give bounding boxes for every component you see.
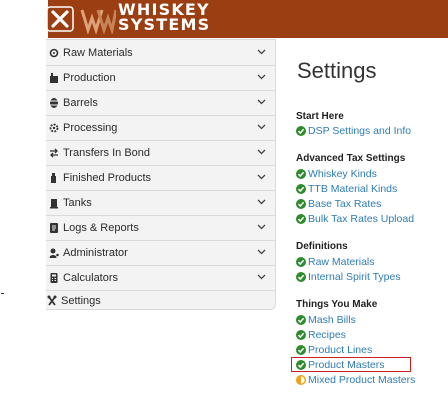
sidebar-item-production[interactable]: Production (46, 66, 275, 91)
chevron-down-icon[interactable] (257, 124, 266, 130)
calculator-icon (49, 272, 59, 284)
sidebar-item-label: Barrels (63, 97, 98, 109)
chevron-down-icon[interactable] (257, 74, 266, 80)
sidebar-item-label: Administrator (63, 247, 128, 259)
check-circle-icon (296, 214, 306, 224)
link-label[interactable]: TTB Material Kinds (308, 183, 397, 195)
chevron-down-icon[interactable] (257, 49, 266, 55)
sidebar-item-label: Production (63, 72, 116, 84)
barrel-logo-icon (80, 4, 118, 36)
link-label[interactable]: Whiskey Kinds (308, 168, 377, 180)
brand-name: WHISKEY SYSTEMS (118, 2, 211, 34)
chevron-down-icon[interactable] (257, 174, 266, 180)
close-icon (46, 6, 74, 32)
sidebar-item-raw-materials[interactable]: Raw Materials (46, 41, 275, 66)
divider (1, 293, 4, 294)
sidebar-item-label: Transfers In Bond (63, 147, 151, 159)
check-circle-icon (296, 330, 306, 340)
administrator-icon (49, 247, 59, 259)
link-label[interactable]: Mash Bills (308, 314, 356, 326)
sidebar-item-finished-products[interactable]: Finished Products (46, 166, 275, 191)
sidebar-item-label: Settings (61, 295, 101, 307)
chevron-down-icon[interactable] (257, 149, 266, 155)
highlight-box (291, 357, 411, 372)
chevron-down-icon[interactable] (257, 224, 266, 230)
settings-icon (47, 295, 57, 307)
sidebar-item-calculators[interactable]: Calculators (46, 266, 275, 291)
link-label[interactable]: DSP Settings and Info (308, 125, 411, 137)
check-circle-icon (296, 184, 306, 194)
sidebar-item-transfers-in-bond[interactable]: Transfers In Bond (46, 141, 275, 166)
processing-icon (49, 122, 59, 134)
close-button[interactable] (46, 6, 74, 32)
check-circle-icon (296, 345, 306, 355)
sidebar-item-label: Calculators (63, 272, 119, 284)
link-label[interactable]: Raw Materials (308, 256, 375, 268)
finished-products-icon (49, 172, 59, 184)
half-circle-icon (296, 375, 306, 385)
page-title: Settings (297, 58, 377, 83)
link-label[interactable]: Mixed Product Masters (308, 374, 415, 386)
chevron-down-icon[interactable] (257, 274, 266, 280)
transfer-icon (49, 147, 59, 159)
sidebar-item-administrator[interactable]: Administrator (46, 241, 275, 266)
section-heading-advanced-tax: Advanced Tax Settings (296, 153, 406, 164)
sidebar-item-logs-reports[interactable]: Logs & Reports (46, 216, 275, 241)
section-heading-start-here: Start Here (296, 111, 344, 122)
check-circle-icon (296, 169, 306, 179)
link-label[interactable]: Product Lines (308, 344, 372, 356)
link-label[interactable]: Internal Spirit Types (308, 271, 401, 283)
raw-materials-icon (49, 47, 59, 59)
check-circle-icon (296, 199, 306, 209)
check-circle-icon (296, 126, 306, 136)
sidebar-nav: Raw Materials Production Barrels Process… (46, 39, 276, 310)
sidebar-item-label: Processing (63, 122, 118, 134)
sidebar-item-processing[interactable]: Processing (46, 116, 275, 141)
sidebar-item-label: Logs & Reports (63, 222, 139, 234)
chevron-down-icon[interactable] (257, 199, 266, 205)
sidebar-item-tanks[interactable]: Tanks (46, 191, 275, 216)
sidebar-item-label: Tanks (63, 197, 92, 209)
section-heading-things-you-make: Things You Make (296, 299, 378, 310)
sidebar-item-label: Finished Products (63, 172, 152, 184)
check-circle-icon (296, 315, 306, 325)
chevron-down-icon[interactable] (257, 249, 266, 255)
link-label[interactable]: Recipes (308, 329, 346, 341)
check-circle-icon (296, 272, 306, 282)
sidebar-item-label: Raw Materials (63, 47, 133, 59)
tank-icon (49, 197, 59, 209)
link-label[interactable]: Bulk Tax Rates Upload (308, 213, 414, 225)
barrel-icon (49, 97, 59, 109)
production-icon (49, 72, 59, 84)
sidebar-item-settings[interactable]: Settings (46, 291, 275, 316)
link-label[interactable]: Base Tax Rates (308, 198, 381, 210)
section-heading-definitions: Definitions (296, 241, 348, 252)
logs-icon (49, 222, 59, 234)
chevron-down-icon[interactable] (257, 99, 266, 105)
sidebar-item-barrels[interactable]: Barrels (46, 91, 275, 116)
check-circle-icon (296, 257, 306, 267)
brand-line-2: SYSTEMS (118, 15, 211, 34)
